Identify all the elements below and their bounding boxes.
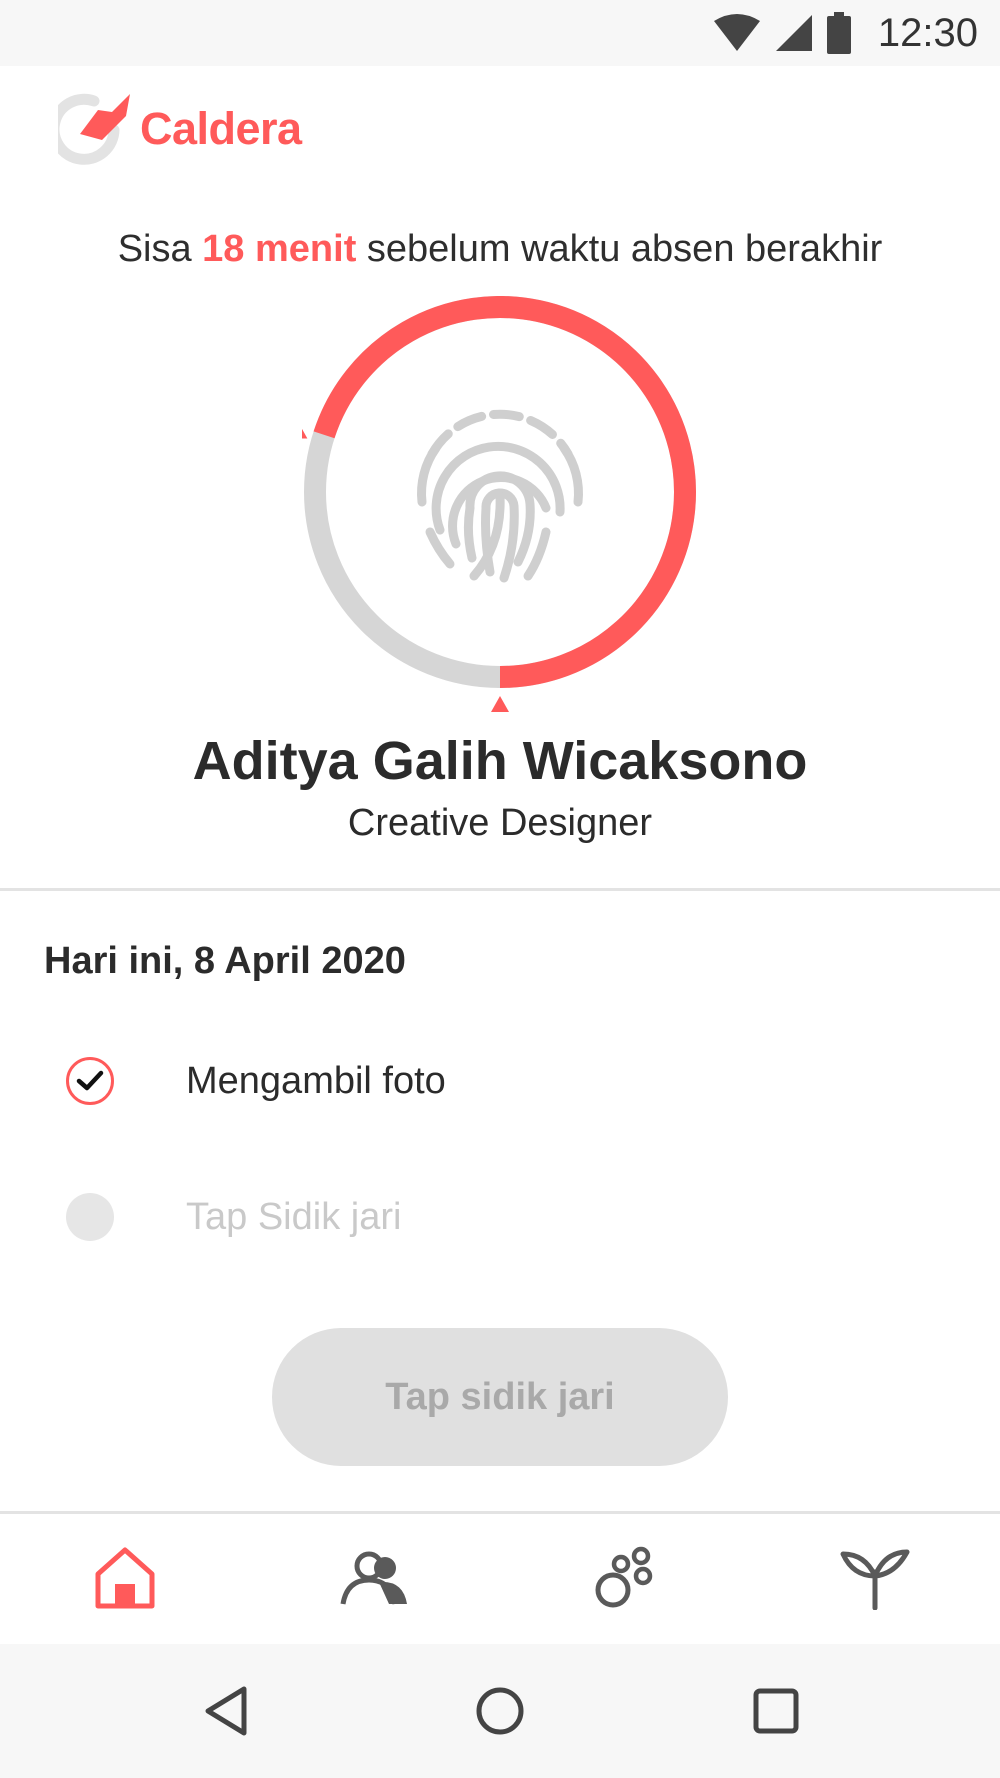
system-nav-bar <box>0 1644 1000 1778</box>
back-icon <box>205 1686 247 1736</box>
nav-people[interactable] <box>250 1514 500 1642</box>
bubbles-icon <box>595 1546 653 1608</box>
user-name: Aditya Galih Wicaksono <box>192 731 808 791</box>
fingerprint-scan-button[interactable] <box>302 296 698 716</box>
progress-start-marker <box>302 428 308 439</box>
fingerprint-icon <box>417 409 583 583</box>
check-icon <box>66 1057 114 1105</box>
sprout-icon <box>840 1549 910 1610</box>
logo-text: Caldera <box>140 103 302 154</box>
step-take-photo: Mengambil foto <box>66 1056 946 1106</box>
step-label: Mengambil foto <box>186 1059 446 1102</box>
people-icon <box>340 1551 407 1605</box>
system-home-button[interactable] <box>440 1644 560 1778</box>
tap-fingerprint-button[interactable]: Tap sidik jari <box>272 1328 728 1466</box>
countdown-highlight: 18 menit <box>202 228 357 270</box>
system-recents-button[interactable] <box>716 1644 836 1778</box>
status-time: 12:30 <box>877 10 978 55</box>
wifi-icon <box>713 14 760 51</box>
status-icons: 12:30 <box>712 8 978 58</box>
signal-icon <box>775 15 812 51</box>
step-tap-fingerprint: Tap Sidik jari <box>66 1192 946 1242</box>
caldera-logo-icon <box>58 93 130 165</box>
countdown-message: Sisa 18 menit sebelum waktu absen berakh… <box>0 228 1000 271</box>
system-back-button[interactable] <box>166 1644 286 1778</box>
nav-activities[interactable] <box>500 1514 750 1642</box>
pending-dot-icon <box>66 1193 114 1241</box>
countdown-suffix: sebelum waktu absen berakhir <box>356 228 883 270</box>
nav-growth[interactable] <box>750 1514 1000 1642</box>
today-date-title: Hari ini, 8 April 2020 <box>44 940 406 982</box>
step-label: Tap Sidik jari <box>186 1195 402 1238</box>
battery-icon <box>826 12 851 54</box>
progress-end-marker <box>491 696 509 712</box>
status-bar: 12:30 <box>0 0 1000 66</box>
recents-icon <box>753 1688 799 1734</box>
countdown-prefix: Sisa <box>117 228 203 270</box>
section-divider <box>0 888 1000 891</box>
bottom-nav <box>0 1514 1000 1642</box>
home-icon <box>95 1547 155 1609</box>
nav-home[interactable] <box>0 1514 250 1642</box>
home-circle-icon <box>476 1687 524 1735</box>
app-logo: Caldera <box>58 86 302 172</box>
user-role: Creative Designer <box>347 802 653 844</box>
